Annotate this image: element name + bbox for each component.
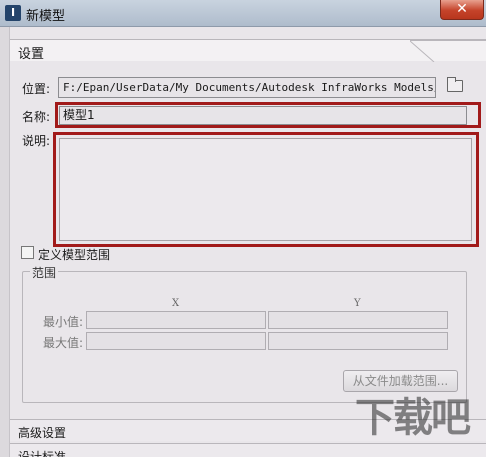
range-group-title: 范围 (30, 264, 59, 281)
name-label: 名称: (22, 110, 51, 124)
window-left-edge (0, 27, 10, 457)
location-label: 位置: (22, 82, 51, 96)
define-range-checkbox[interactable] (21, 246, 34, 259)
description-field[interactable] (59, 138, 472, 241)
watermark: 下载吧 (355, 395, 471, 441)
min-y-input[interactable] (268, 311, 448, 329)
settings-section-header[interactable]: 设置 (10, 39, 486, 62)
location-field[interactable]: F:/Epan/UserData/My Documents/Autodesk I… (58, 77, 436, 98)
y-column-header: Y (354, 298, 361, 309)
app-icon: I (5, 5, 21, 21)
title-bar: I 新模型 ✕ (0, 0, 486, 27)
min-value-label: 最小值: (43, 315, 84, 329)
settings-section-label: 设置 (18, 47, 45, 62)
min-x-input[interactable] (86, 311, 266, 329)
max-value-label: 最大值: (43, 336, 84, 350)
advanced-settings-label: 高级设置 (18, 426, 67, 440)
max-y-input[interactable] (268, 332, 448, 350)
design-standard-label: 设计标准 (18, 450, 67, 457)
max-x-input[interactable] (86, 332, 266, 350)
name-field[interactable]: 模型1 (59, 106, 467, 125)
design-standard-section[interactable]: 设计标准 (10, 443, 486, 457)
x-column-header: X (172, 298, 180, 309)
define-range-label: 定义模型范围 (38, 248, 111, 262)
window-title: 新模型 (26, 9, 66, 24)
close-button[interactable]: ✕ (440, 0, 484, 20)
folder-icon[interactable] (447, 77, 463, 92)
section-tab-edge (410, 40, 486, 62)
description-label: 说明: (22, 134, 51, 148)
